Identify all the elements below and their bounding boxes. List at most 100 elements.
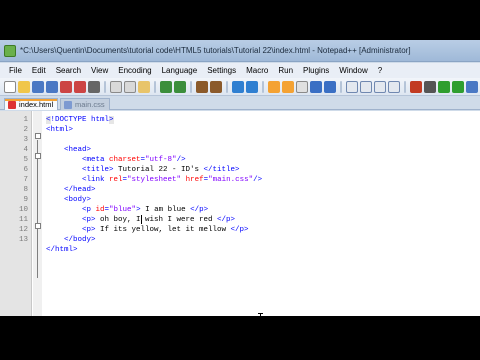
word-wrap-icon[interactable] bbox=[296, 80, 308, 93]
folder-workspace-icon[interactable] bbox=[388, 80, 400, 93]
window-title: *C:\Users\Quentin\Documents\tutorial cod… bbox=[20, 46, 411, 55]
tab-index-html[interactable]: index.html bbox=[4, 98, 59, 110]
menu-macro[interactable]: Macro bbox=[241, 66, 273, 75]
document-tab-bar: index.html main.css bbox=[0, 97, 480, 110]
sync-scroll-v-icon[interactable] bbox=[268, 80, 280, 93]
zoom-out-icon[interactable] bbox=[246, 80, 258, 93]
toolbar-separator bbox=[190, 80, 192, 93]
copy-icon[interactable] bbox=[124, 80, 136, 93]
run-macro-multiple-icon[interactable] bbox=[452, 80, 464, 93]
close-file-icon[interactable] bbox=[60, 80, 72, 93]
line-number: 13 bbox=[18, 236, 28, 244]
paste-icon[interactable] bbox=[138, 80, 150, 93]
line-number: 10 bbox=[18, 206, 28, 214]
menu-edit[interactable]: Edit bbox=[27, 66, 51, 75]
code-text: </body> bbox=[46, 236, 96, 244]
unsaved-doc-icon bbox=[8, 101, 16, 109]
record-macro-icon[interactable] bbox=[410, 80, 422, 93]
tab-main-css[interactable]: main.css bbox=[60, 98, 110, 110]
code-text: <p id="blue"> I am blue </p> bbox=[46, 206, 209, 214]
line-number: 7 bbox=[23, 176, 28, 184]
language-icon[interactable] bbox=[346, 80, 358, 93]
undo-icon[interactable] bbox=[160, 80, 172, 93]
show-all-chars-icon[interactable] bbox=[310, 80, 322, 93]
code-line: 2 <html> bbox=[0, 125, 480, 135]
save-all-icon[interactable] bbox=[46, 80, 58, 93]
line-number: 2 bbox=[23, 126, 28, 134]
code-text: <title> Tutorial 22 - ID's </title> bbox=[46, 166, 240, 174]
function-list-icon[interactable] bbox=[374, 80, 386, 93]
code-line: 10 <p id="blue"> I am blue </p> bbox=[0, 205, 480, 215]
indent-guide-icon[interactable] bbox=[324, 80, 336, 93]
saved-doc-icon bbox=[64, 101, 72, 109]
menu-bar: File Edit Search View Encoding Language … bbox=[0, 63, 480, 78]
tab-label: index.html bbox=[19, 100, 54, 109]
mouse-ibeam-cursor bbox=[258, 313, 263, 316]
code-text: </head> bbox=[46, 186, 96, 194]
menu-help[interactable]: ? bbox=[373, 66, 387, 75]
line-number: 8 bbox=[23, 186, 28, 194]
text-caret bbox=[141, 215, 142, 224]
line-number: 4 bbox=[23, 146, 28, 154]
code-line: </html> bbox=[0, 245, 480, 255]
menu-search[interactable]: Search bbox=[51, 66, 86, 75]
line-number: 12 bbox=[18, 226, 28, 234]
redo-icon[interactable] bbox=[174, 80, 186, 93]
toolbar-separator bbox=[104, 80, 106, 93]
play-macro-icon[interactable] bbox=[438, 80, 450, 93]
code-line: 7 <link rel="stylesheet" href="main.css"… bbox=[0, 175, 480, 185]
code-line-current: 11 <p> oh boy, I wish I were red </p> bbox=[0, 215, 480, 225]
code-text: <head> bbox=[46, 146, 92, 154]
new-file-icon[interactable] bbox=[4, 80, 16, 93]
toolbar-separator bbox=[154, 80, 156, 93]
code-line: 12 <p> If its yellow, let it mellow </p> bbox=[0, 225, 480, 235]
code-line: 8 </head> bbox=[0, 185, 480, 195]
toolbar-separator bbox=[404, 80, 406, 93]
code-line: 13 </body> bbox=[0, 235, 480, 245]
save-icon[interactable] bbox=[32, 80, 44, 93]
zoom-in-icon[interactable] bbox=[232, 80, 244, 93]
line-number: 5 bbox=[23, 156, 28, 164]
toolbar-separator bbox=[340, 80, 342, 93]
menu-window[interactable]: Window bbox=[334, 66, 372, 75]
close-all-icon[interactable] bbox=[74, 80, 86, 93]
open-folder-icon[interactable] bbox=[18, 80, 30, 93]
menu-plugins[interactable]: Plugins bbox=[298, 66, 334, 75]
toolbar-separator bbox=[262, 80, 264, 93]
code-line: 4 <head> bbox=[0, 145, 480, 155]
toolbar bbox=[0, 78, 480, 96]
save-macro-icon[interactable] bbox=[466, 80, 478, 93]
line-number: 11 bbox=[18, 216, 28, 224]
replace-icon[interactable] bbox=[210, 80, 222, 93]
menu-language[interactable]: Language bbox=[157, 66, 203, 75]
cut-icon[interactable] bbox=[110, 80, 122, 93]
code-line: 3 bbox=[0, 135, 480, 145]
line-number: 3 bbox=[23, 136, 28, 144]
notepadpp-icon bbox=[4, 45, 16, 57]
menu-run[interactable]: Run bbox=[273, 66, 298, 75]
doc-map-icon[interactable] bbox=[360, 80, 372, 93]
menu-file[interactable]: File bbox=[4, 66, 27, 75]
code-line: 9 <body> bbox=[0, 195, 480, 205]
sync-scroll-h-icon[interactable] bbox=[282, 80, 294, 93]
code-text: </html> bbox=[46, 246, 78, 254]
code-line: 6 <title> Tutorial 22 - ID's </title> bbox=[0, 165, 480, 175]
code-text: <meta charset="utf-8"/> bbox=[46, 156, 186, 164]
title-bar: *C:\Users\Quentin\Documents\tutorial cod… bbox=[0, 40, 480, 62]
line-number: 9 bbox=[23, 196, 28, 204]
code-text: <!DOCTYPE html> bbox=[46, 116, 114, 124]
code-text: <body> bbox=[46, 196, 92, 204]
print-icon[interactable] bbox=[88, 80, 100, 93]
menu-settings[interactable]: Settings bbox=[202, 66, 241, 75]
menu-view[interactable]: View bbox=[86, 66, 113, 75]
find-icon[interactable] bbox=[196, 80, 208, 93]
code-editor[interactable]: 1 <!DOCTYPE html> 2 <html> 3 4 <head> 5 … bbox=[0, 111, 480, 316]
line-number: 6 bbox=[23, 166, 28, 174]
code-line: 5 <meta charset="utf-8"/> bbox=[0, 155, 480, 165]
code-text: <link rel="stylesheet" href="main.css"/> bbox=[46, 176, 263, 184]
code-text: <p> If its yellow, let it mellow </p> bbox=[46, 226, 249, 234]
stop-macro-icon[interactable] bbox=[424, 80, 436, 93]
toolbar-separator bbox=[226, 80, 228, 93]
notepadpp-window: *C:\Users\Quentin\Documents\tutorial cod… bbox=[0, 40, 480, 316]
menu-encoding[interactable]: Encoding bbox=[113, 66, 156, 75]
